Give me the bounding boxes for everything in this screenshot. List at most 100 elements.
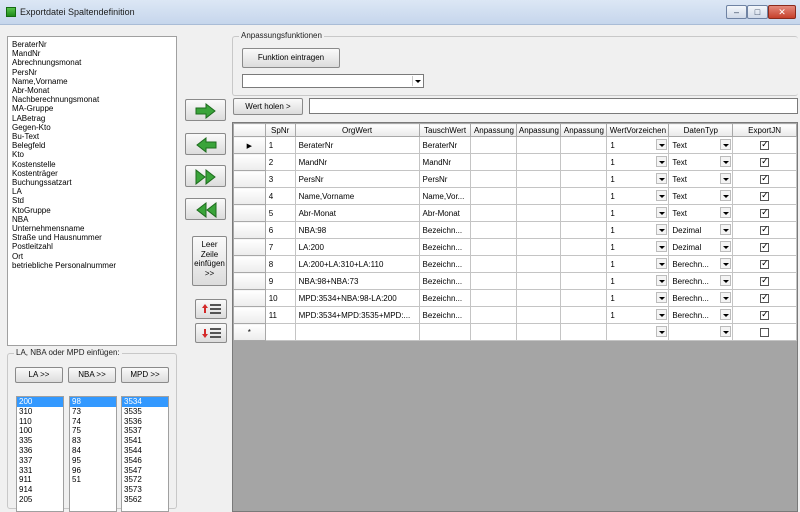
- chevron-down-icon[interactable]: [720, 292, 732, 303]
- field-list-item[interactable]: LABetrag: [12, 114, 172, 123]
- chevron-down-icon[interactable]: [656, 173, 668, 184]
- cell-tauschwert[interactable]: Abr-Monat: [418, 204, 472, 222]
- cell-anpassung-1[interactable]: [470, 255, 518, 273]
- cell-spnr[interactable]: 9: [264, 272, 296, 290]
- cell-orgwert[interactable]: LA:200+LA:310+LA:110: [294, 255, 420, 273]
- cell-exportjn[interactable]: [732, 306, 797, 324]
- chevron-down-icon[interactable]: [656, 224, 668, 235]
- cell-anpassung-3[interactable]: [560, 204, 608, 222]
- cell-wertvorzeichen[interactable]: 1: [606, 170, 670, 188]
- mpd-list-item[interactable]: 3534: [122, 397, 168, 407]
- nba-list-item[interactable]: 96: [70, 466, 116, 476]
- mpd-list-item[interactable]: 3546: [122, 456, 168, 466]
- cell-exportjn[interactable]: [732, 136, 797, 154]
- field-list-item[interactable]: betriebliche Personalnummer: [12, 261, 172, 270]
- field-list-item[interactable]: BeraterNr: [12, 40, 172, 49]
- table-row[interactable]: 9 NBA:98+NBA:73 Bezeichn... 1 Berechn...: [233, 272, 797, 290]
- nba-list-item[interactable]: 98: [70, 397, 116, 407]
- la-list-item[interactable]: 310: [17, 407, 63, 417]
- mpd-list-item[interactable]: 3562: [122, 495, 168, 505]
- field-list-item[interactable]: MandNr: [12, 49, 172, 58]
- row-header[interactable]: *: [233, 323, 266, 341]
- cell-orgwert[interactable]: MPD:3534+NBA:98-LA:200: [294, 289, 420, 307]
- cell-datentyp[interactable]: Text: [668, 153, 734, 171]
- cell-anpassung-1[interactable]: [470, 170, 518, 188]
- value-field[interactable]: [309, 98, 798, 114]
- export-checkbox[interactable]: [760, 309, 770, 321]
- new-row-cell[interactable]: [418, 323, 472, 341]
- table-row[interactable]: 5 Abr-Monat Abr-Monat 1 Text: [233, 204, 797, 222]
- field-list-item[interactable]: Nachberechnungsmonat: [12, 95, 172, 104]
- la-list-item[interactable]: 911: [17, 475, 63, 485]
- export-checkbox[interactable]: [760, 327, 770, 337]
- cell-anpassung-1[interactable]: [470, 136, 518, 154]
- cell-anpassung-3[interactable]: [560, 272, 608, 290]
- cell-anpassung-1[interactable]: [470, 306, 518, 324]
- field-list-item[interactable]: Bu-Text: [12, 132, 172, 141]
- mpd-list-item[interactable]: 3541: [122, 436, 168, 446]
- cell-tauschwert[interactable]: Bezeichn...: [418, 221, 472, 239]
- la-list-item[interactable]: 331: [17, 466, 63, 476]
- minimize-button[interactable]: –: [726, 5, 747, 19]
- mpd-list-item[interactable]: 3573: [122, 485, 168, 495]
- new-row-datentyp[interactable]: [668, 323, 734, 341]
- table-row[interactable]: 7 LA:200 Bezeichn... 1 Dezimal: [233, 238, 797, 256]
- table-row[interactable]: ▶ 1 BeraterNr BeraterNr 1 Text: [233, 136, 797, 154]
- new-row-cell[interactable]: [470, 323, 518, 341]
- cell-tauschwert[interactable]: PersNr: [418, 170, 472, 188]
- new-row-exportjn[interactable]: [732, 323, 797, 341]
- cell-spnr[interactable]: 5: [264, 204, 296, 222]
- chevron-down-icon[interactable]: [656, 139, 668, 150]
- export-checkbox[interactable]: [760, 292, 770, 304]
- cell-anpassung-1[interactable]: [470, 204, 518, 222]
- field-list-item[interactable]: LA: [12, 187, 172, 196]
- mpd-list-item[interactable]: 3572: [122, 475, 168, 485]
- chevron-down-icon[interactable]: [656, 241, 668, 252]
- cell-anpassung-1[interactable]: [470, 238, 518, 256]
- cell-wertvorzeichen[interactable]: 1: [606, 289, 670, 307]
- cell-anpassung-2[interactable]: [516, 170, 562, 188]
- cell-orgwert[interactable]: Name,Vorname: [294, 187, 420, 205]
- field-list-item[interactable]: Abr-Monat: [12, 86, 172, 95]
- chevron-down-icon[interactable]: [656, 190, 668, 201]
- cell-anpassung-2[interactable]: [516, 136, 562, 154]
- row-header[interactable]: [233, 289, 266, 307]
- insert-function-button[interactable]: Funktion eintragen: [242, 48, 340, 68]
- nba-list-item[interactable]: 83: [70, 436, 116, 446]
- new-row-cell[interactable]: [560, 323, 608, 341]
- get-value-button[interactable]: Wert holen >: [233, 98, 303, 115]
- row-header[interactable]: [233, 255, 266, 273]
- function-select[interactable]: [242, 74, 424, 88]
- cell-orgwert[interactable]: BeraterNr: [294, 136, 420, 154]
- cell-wertvorzeichen[interactable]: 1: [606, 306, 670, 324]
- move-row-down-button[interactable]: [195, 323, 227, 343]
- nba-list-item[interactable]: 51: [70, 475, 116, 485]
- mpd-list-item[interactable]: 3547: [122, 466, 168, 476]
- mpd-list-item[interactable]: 3535: [122, 407, 168, 417]
- insert-empty-row-button[interactable]: Leer Zeile einfügen >>: [192, 236, 227, 286]
- row-header[interactable]: [233, 204, 266, 222]
- cell-spnr[interactable]: 3: [264, 170, 296, 188]
- cell-exportjn[interactable]: [732, 272, 797, 290]
- row-header[interactable]: ▶: [233, 136, 266, 154]
- la-list-item[interactable]: 914: [17, 485, 63, 495]
- field-list-item[interactable]: Name,Vorname: [12, 77, 172, 86]
- cell-datentyp[interactable]: Text: [668, 204, 734, 222]
- mpd-list-item[interactable]: 3536: [122, 417, 168, 427]
- cell-tauschwert[interactable]: Bezeichn...: [418, 306, 472, 324]
- cell-anpassung-2[interactable]: [516, 187, 562, 205]
- row-header[interactable]: [233, 272, 266, 290]
- nba-list-item[interactable]: 73: [70, 407, 116, 417]
- cell-exportjn[interactable]: [732, 221, 797, 239]
- chevron-down-icon[interactable]: [720, 173, 732, 184]
- cell-datentyp[interactable]: Dezimal: [668, 238, 734, 256]
- cell-spnr[interactable]: 11: [264, 306, 296, 324]
- cell-orgwert[interactable]: NBA:98+NBA:73: [294, 272, 420, 290]
- new-row-cell[interactable]: [294, 323, 420, 341]
- cell-spnr[interactable]: 10: [264, 289, 296, 307]
- cell-wertvorzeichen[interactable]: 1: [606, 204, 670, 222]
- chevron-down-icon[interactable]: [720, 207, 732, 218]
- row-header[interactable]: [233, 238, 266, 256]
- cell-exportjn[interactable]: [732, 187, 797, 205]
- cell-anpassung-1[interactable]: [470, 272, 518, 290]
